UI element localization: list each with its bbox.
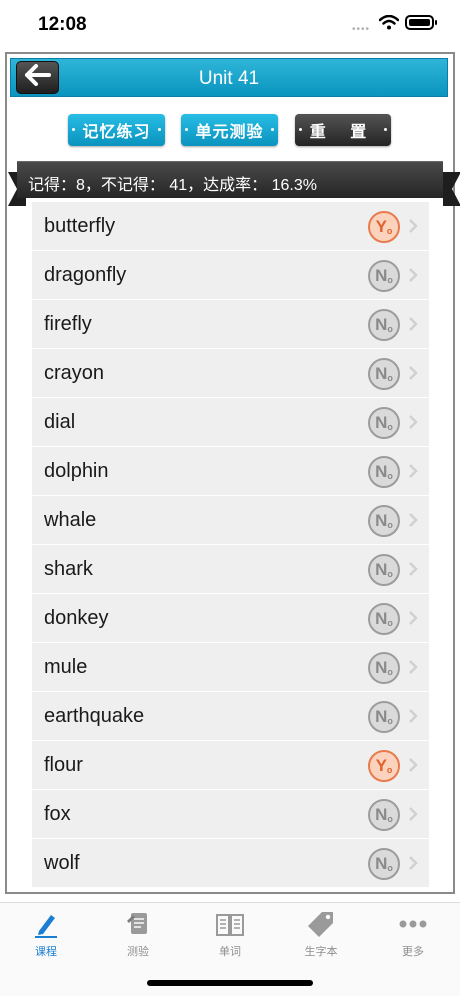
wifi-icon — [378, 14, 400, 35]
word-label: fox — [44, 803, 71, 825]
word-row[interactable]: firefly No — [32, 300, 429, 349]
reset-label: 重 置 — [309, 124, 377, 141]
not-remembered-icon: No — [368, 554, 400, 586]
tab-quiz-label: 测验 — [127, 946, 149, 958]
memory-practice-button[interactable]: 记忆练习 — [68, 114, 165, 146]
chevron-right-icon — [407, 806, 419, 827]
stats-ribbon: 记得：8，不记得： 41，达成率： 16.3% — [17, 161, 443, 198]
not-remembered-icon: No — [368, 309, 400, 341]
chevron-right-icon — [407, 855, 419, 876]
word-row[interactable]: fox No — [32, 790, 429, 839]
chevron-right-icon — [407, 512, 419, 533]
page-title: Unit 41 — [198, 68, 260, 89]
tab-words[interactable]: 单词 — [190, 909, 270, 961]
tab-new-words-label: 生字本 — [304, 946, 338, 958]
word-label: mule — [44, 656, 88, 678]
ribbon-right-tail — [443, 172, 460, 206]
book-icon — [214, 909, 246, 939]
tag-icon — [305, 909, 337, 939]
tab-new-words[interactable]: 生字本 — [281, 909, 361, 961]
tab-more-label: 更多 — [402, 946, 424, 958]
word-label: donkey — [44, 607, 109, 629]
word-row[interactable]: dial No — [32, 398, 429, 447]
not-remembered-icon: No — [368, 456, 400, 488]
not-remembered-icon: No — [368, 799, 400, 831]
chevron-right-icon — [407, 561, 419, 582]
remembered-icon: Yo — [368, 211, 400, 243]
chevron-right-icon — [407, 708, 419, 729]
chevron-right-icon — [407, 659, 419, 680]
word-label: dolphin — [44, 460, 109, 482]
signal-icon: •••• — [352, 24, 371, 35]
quiz-icon — [122, 909, 154, 939]
status-bar: 12:08 •••• — [0, 0, 460, 50]
word-label: earthquake — [44, 705, 145, 727]
word-label: flour — [44, 754, 83, 776]
not-remembered-icon: No — [368, 652, 400, 684]
tab-course[interactable]: 课程 — [6, 909, 86, 961]
home-indicator — [147, 980, 313, 986]
word-label: butterfly — [44, 215, 116, 237]
word-list: butterfly Yo dragonfly No firefly No crayon… — [32, 202, 429, 888]
not-remembered-icon: No — [368, 848, 400, 880]
stats-text: 记得：8，不记得： 41，达成率： 16.3% — [28, 177, 317, 194]
not-remembered-icon: No — [368, 407, 400, 439]
word-row[interactable]: mule No — [32, 643, 429, 692]
reset-button[interactable]: 重 置 — [295, 114, 391, 146]
unit-test-label: 单元测验 — [195, 124, 264, 141]
word-row[interactable]: crayon No — [32, 349, 429, 398]
header-bar: Unit 41 — [10, 58, 448, 97]
word-row[interactable]: earthquake No — [32, 692, 429, 741]
chevron-right-icon — [407, 610, 419, 631]
back-button[interactable] — [16, 61, 59, 94]
word-row[interactable]: shark No — [32, 545, 429, 594]
pencil-icon — [30, 909, 62, 939]
word-row[interactable]: dolphin No — [32, 447, 429, 496]
chevron-right-icon — [407, 218, 419, 239]
arrow-left-icon — [24, 64, 52, 91]
word-row[interactable]: wolf No — [32, 839, 429, 888]
tab-words-label: 单词 — [219, 946, 241, 958]
chevron-right-icon — [407, 463, 419, 484]
not-remembered-icon: No — [368, 603, 400, 635]
word-row[interactable]: butterfly Yo — [32, 202, 429, 251]
word-label: shark — [44, 558, 93, 580]
tab-course-label: 课程 — [35, 946, 57, 958]
chevron-right-icon — [407, 757, 419, 778]
chevron-right-icon — [407, 267, 419, 288]
tab-quiz[interactable]: 测验 — [98, 909, 178, 961]
word-label: wolf — [44, 852, 80, 874]
tab-more[interactable]: 更多 — [373, 909, 453, 961]
word-row[interactable]: flour Yo — [32, 741, 429, 790]
word-label: crayon — [44, 362, 105, 384]
battery-icon — [405, 15, 437, 30]
chevron-right-icon — [407, 365, 419, 386]
word-label: whale — [44, 509, 97, 531]
word-label: firefly — [44, 313, 92, 335]
app-screen: 12:08 •••• Unit 41 记忆练习 单元测验 重 置 记得：8，不记… — [0, 0, 460, 996]
not-remembered-icon: No — [368, 358, 400, 390]
not-remembered-icon: No — [368, 505, 400, 537]
word-row[interactable]: dragonfly No — [32, 251, 429, 300]
memory-practice-label: 记忆练习 — [82, 124, 151, 141]
chevron-right-icon — [407, 316, 419, 337]
not-remembered-icon: No — [368, 260, 400, 292]
more-icon — [397, 909, 429, 939]
not-remembered-icon: No — [368, 701, 400, 733]
word-row[interactable]: donkey No — [32, 594, 429, 643]
word-row[interactable]: whale No — [32, 496, 429, 545]
remembered-icon: Yo — [368, 750, 400, 782]
chevron-right-icon — [407, 414, 419, 435]
unit-test-button[interactable]: 单元测验 — [181, 114, 278, 146]
word-label: dragonfly — [44, 264, 127, 286]
word-label: dial — [44, 411, 76, 433]
status-time: 12:08 — [38, 14, 87, 35]
